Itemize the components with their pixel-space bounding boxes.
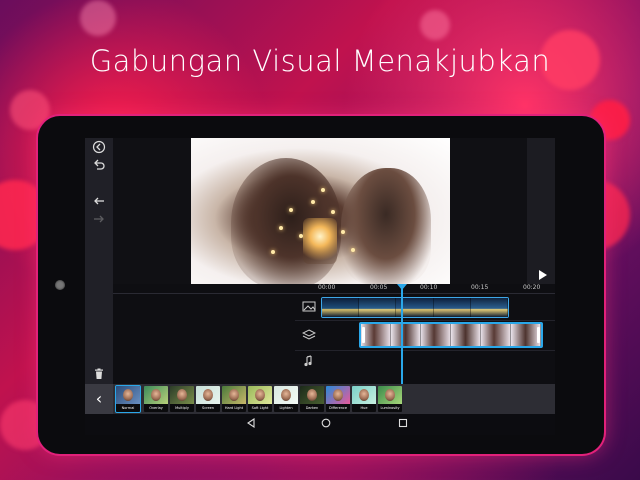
blend-mode-item[interactable]: Screen <box>196 386 220 412</box>
blend-mode-label: Darken <box>300 404 324 412</box>
blend-mode-item[interactable]: Multiply <box>170 386 194 412</box>
preview-sparkle <box>331 210 335 214</box>
timeline[interactable]: 00:00 00:05 00:10 00:15 00:20 <box>113 284 555 384</box>
ruler-label: 00:00 <box>318 284 336 291</box>
ruler-label: 00:20 <box>523 284 541 291</box>
clip-frame <box>470 298 508 317</box>
blend-mode-label: Lighten <box>274 404 298 412</box>
preview-sparkle <box>351 248 355 252</box>
clip-frame <box>481 324 511 346</box>
blend-mode-item[interactable]: Lighten <box>274 386 298 412</box>
trim-handle-right[interactable] <box>537 327 540 343</box>
blend-mode-item[interactable]: Darken <box>300 386 324 412</box>
blend-mode-label: Normal <box>116 404 140 412</box>
left-toolbar <box>85 138 113 384</box>
blend-mode-label: Soft Light <box>248 404 272 412</box>
blend-mode-label: Difference <box>326 404 350 412</box>
redo-icon[interactable] <box>91 212 107 228</box>
preview-sparkle <box>289 208 293 212</box>
trim-handle-left[interactable] <box>362 327 365 343</box>
blend-mode-label: Overlay <box>144 404 168 412</box>
ruler-label: 00:15 <box>471 284 489 291</box>
preview-sparkle <box>341 230 345 234</box>
blend-mode-item[interactable]: Difference <box>326 386 350 412</box>
blend-mode-label: Multiply <box>170 404 194 412</box>
blend-mode-label: Hue <box>352 404 376 412</box>
layer-track-icon[interactable] <box>301 329 317 341</box>
background-bokeh <box>420 10 450 40</box>
clip-frame <box>322 298 360 317</box>
preview-sparkle <box>299 234 303 238</box>
blend-mode-label: Screen <box>196 404 220 412</box>
music-track-icon[interactable] <box>302 355 316 367</box>
undo-icon[interactable] <box>91 194 107 210</box>
undo-icon[interactable] <box>91 158 107 174</box>
chevron-left-icon[interactable]: ‹ <box>85 384 113 414</box>
home-icon[interactable] <box>320 418 332 430</box>
background-bokeh <box>80 0 116 36</box>
clip-frame <box>451 324 481 346</box>
clip-frame <box>421 324 451 346</box>
system-navbar <box>85 414 555 435</box>
clip-frame <box>391 324 421 346</box>
clip-frame <box>359 298 397 317</box>
video-preview[interactable] <box>191 138 450 284</box>
clip-frame <box>361 324 391 346</box>
blend-mode-item[interactable]: Normal <box>115 385 141 413</box>
overlay-clip[interactable] <box>359 322 543 348</box>
preview-sparkle <box>279 226 283 230</box>
track-divider <box>295 320 555 321</box>
video-clip[interactable] <box>321 297 509 318</box>
track-divider <box>295 350 555 351</box>
play-icon[interactable] <box>539 270 547 280</box>
ruler-label: 00:10 <box>420 284 438 291</box>
back-icon[interactable] <box>91 140 107 156</box>
recents-icon[interactable] <box>397 418 409 430</box>
trash-icon[interactable] <box>93 368 105 380</box>
editor-screen: 00:00 00:05 00:10 00:15 00:20 ‹ Normal O… <box>85 138 555 435</box>
ruler-label: 00:05 <box>370 284 388 291</box>
timeline-ruler: 00:00 00:05 00:10 00:15 00:20 <box>113 284 555 294</box>
blend-mode-item[interactable]: Overlay <box>144 386 168 412</box>
blend-mode-item[interactable]: Soft Light <box>248 386 272 412</box>
camera-icon <box>55 280 65 290</box>
preview-jar <box>303 218 337 264</box>
preview-figure <box>341 168 431 284</box>
clip-frame <box>433 298 471 317</box>
playhead[interactable] <box>397 284 407 384</box>
blend-mode-label: Luminosity <box>378 404 402 412</box>
back-icon[interactable] <box>245 417 257 430</box>
preview-sparkle <box>271 250 275 254</box>
blend-mode-label: Hard Light <box>222 404 246 412</box>
blend-mode-item[interactable]: Luminosity <box>378 386 402 412</box>
blend-mode-item[interactable]: Hard Light <box>222 386 246 412</box>
headline: Gabungan Visual Menakjubkan <box>89 44 551 78</box>
tablet-frame: 00:00 00:05 00:10 00:15 00:20 ‹ Normal O… <box>38 116 604 454</box>
image-track-icon[interactable] <box>302 301 316 313</box>
blend-mode-bar: ‹ Normal Overlay Multiply Screen Hard Li… <box>85 384 555 414</box>
right-toolbar <box>527 138 555 284</box>
blend-mode-item[interactable]: Hue <box>352 386 376 412</box>
preview-sparkle <box>311 200 315 204</box>
preview-sparkle <box>321 188 325 192</box>
